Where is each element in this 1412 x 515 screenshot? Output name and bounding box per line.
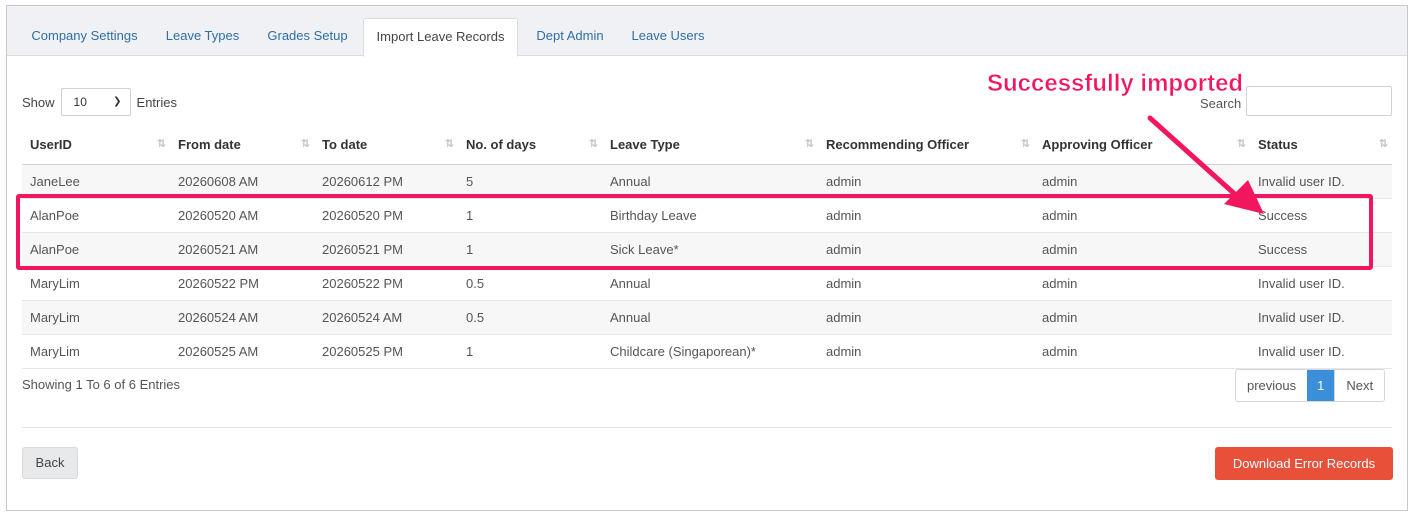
search-label: Search: [1200, 96, 1242, 111]
cell-to-date: 20260522 PM: [314, 266, 458, 301]
entries-select-value: 10: [73, 95, 87, 109]
cell-status: Invalid user ID.: [1250, 266, 1392, 301]
tab-grades-setup[interactable]: Grades Setup: [254, 18, 361, 56]
cell-from-date: 20260520 AM: [170, 198, 314, 233]
cell-recommending-officer: admin: [818, 164, 1034, 199]
cell-approving-officer: admin: [1034, 300, 1250, 335]
sort-icon: ⇅: [444, 138, 454, 150]
cell-recommending-officer: admin: [818, 300, 1034, 335]
table-row: MaryLim 20260525 AM 20260525 PM 1 Childc…: [22, 334, 1392, 369]
cell-approving-officer: admin: [1034, 198, 1250, 233]
cell-to-date: 20260521 PM: [314, 232, 458, 267]
cell-to-date: 20260612 PM: [314, 164, 458, 199]
show-label: Show: [22, 94, 55, 110]
import-results-table: UserID ⇅ From date ⇅ To date ⇅ No. of days ⇅…: [22, 126, 1392, 369]
table-info: Showing 1 To 6 of 6 Entries: [22, 377, 181, 392]
entries-label: Entries: [136, 94, 177, 110]
cell-status: Success: [1250, 198, 1392, 233]
column-header-to-date[interactable]: To date ⇅: [314, 126, 458, 165]
cell-userid: JaneLee: [22, 164, 170, 199]
cell-no-of-days: 1: [458, 232, 602, 267]
cell-from-date: 20260521 AM: [170, 232, 314, 267]
column-header-status[interactable]: Status ⇅: [1250, 126, 1392, 165]
tab-dept-admin[interactable]: Dept Admin: [525, 18, 615, 56]
back-button[interactable]: Back: [22, 447, 78, 479]
cell-userid: MaryLim: [22, 334, 170, 369]
cell-from-date: 20260608 AM: [170, 164, 314, 199]
cell-leave-type: Annual: [602, 266, 818, 301]
cell-status: Success: [1250, 232, 1392, 267]
sort-icon: ⇅: [804, 138, 814, 150]
cell-no-of-days: 1: [458, 334, 602, 369]
cell-status: Invalid user ID.: [1250, 300, 1392, 335]
cell-to-date: 20260520 PM: [314, 198, 458, 233]
cell-leave-type: Childcare (Singaporean)*: [602, 334, 818, 369]
table-row: JaneLee 20260608 AM 20260612 PM 5 Annual…: [22, 164, 1392, 199]
cell-no-of-days: 0.5: [458, 266, 602, 301]
cell-from-date: 20260522 PM: [170, 266, 314, 301]
column-header-userid[interactable]: UserID ⇅: [22, 126, 170, 165]
cell-recommending-officer: admin: [818, 198, 1034, 233]
cell-recommending-officer: admin: [818, 232, 1034, 267]
tab-leave-users[interactable]: Leave Users: [619, 18, 717, 56]
cell-approving-officer: admin: [1034, 164, 1250, 199]
cell-to-date: 20260524 AM: [314, 300, 458, 335]
tab-company-settings[interactable]: Company Settings: [17, 18, 152, 56]
cell-no-of-days: 1: [458, 198, 602, 233]
sort-icon: ⇅: [300, 138, 310, 150]
cell-userid: AlanPoe: [22, 232, 170, 267]
cell-status: Invalid user ID.: [1250, 164, 1392, 199]
sort-icon: ⇅: [1378, 138, 1388, 150]
cell-userid: MaryLim: [22, 266, 170, 301]
table-header-row: UserID ⇅ From date ⇅ To date ⇅ No. of days ⇅…: [22, 126, 1392, 165]
cell-approving-officer: admin: [1034, 266, 1250, 301]
table-row: MaryLim 20260522 PM 20260522 PM 0.5 Annu…: [22, 266, 1392, 301]
cell-approving-officer: admin: [1034, 334, 1250, 369]
cell-status: Invalid user ID.: [1250, 334, 1392, 369]
sort-icon: ⇅: [588, 138, 598, 150]
table-row: MaryLim 20260524 AM 20260524 AM 0.5 Annu…: [22, 300, 1392, 335]
cell-approving-officer: admin: [1034, 232, 1250, 267]
cell-userid: AlanPoe: [22, 198, 170, 233]
cell-leave-type: Annual: [602, 164, 818, 199]
sort-icon: ⇅: [1236, 138, 1246, 150]
cell-recommending-officer: admin: [818, 334, 1034, 369]
download-error-records-button[interactable]: Download Error Records: [1215, 447, 1393, 480]
previous-page-button[interactable]: previous: [1236, 370, 1308, 401]
table-row: AlanPoe 20260520 AM 20260520 PM 1 Birthd…: [22, 198, 1392, 233]
length-control: Show 10 ❯ Entries: [22, 88, 177, 116]
column-header-leave-type[interactable]: Leave Type ⇅: [602, 126, 818, 165]
sort-icon: ⇅: [1020, 138, 1030, 150]
page-1-button[interactable]: 1: [1307, 370, 1335, 401]
cell-recommending-officer: admin: [818, 266, 1034, 301]
sort-icon: ⇅: [156, 138, 166, 150]
table-row: AlanPoe 20260521 AM 20260521 PM 1 Sick L…: [22, 232, 1392, 267]
column-header-no-of-days[interactable]: No. of days ⇅: [458, 126, 602, 165]
divider: [22, 427, 1392, 428]
cell-leave-type: Sick Leave*: [602, 232, 818, 267]
tab-leave-types[interactable]: Leave Types: [155, 18, 250, 56]
cell-userid: MaryLim: [22, 300, 170, 335]
cell-leave-type: Annual: [602, 300, 818, 335]
column-header-recommending-officer[interactable]: Recommending Officer ⇅: [818, 126, 1034, 165]
chevron-down-icon: ❯: [113, 96, 122, 107]
cell-from-date: 20260524 AM: [170, 300, 314, 335]
entries-select[interactable]: 10 ❯: [60, 88, 131, 116]
next-page-button[interactable]: Next: [1334, 370, 1385, 401]
pagination: previous 1 Next: [1235, 369, 1386, 402]
column-header-from-date[interactable]: From date ⇅: [170, 126, 314, 165]
cell-no-of-days: 5: [458, 164, 602, 199]
column-header-approving-officer[interactable]: Approving Officer ⇅: [1034, 126, 1250, 165]
tab-import-leave-records[interactable]: Import Leave Records: [363, 18, 518, 57]
cell-no-of-days: 0.5: [458, 300, 602, 335]
cell-from-date: 20260525 AM: [170, 334, 314, 369]
search-input[interactable]: [1246, 86, 1392, 116]
cell-to-date: 20260525 PM: [314, 334, 458, 369]
cell-leave-type: Birthday Leave: [602, 198, 818, 233]
annotation-callout-text: Successfully imported: [987, 70, 1244, 98]
tab-bar: Company Settings Leave Types Grades Setu…: [7, 6, 1407, 57]
